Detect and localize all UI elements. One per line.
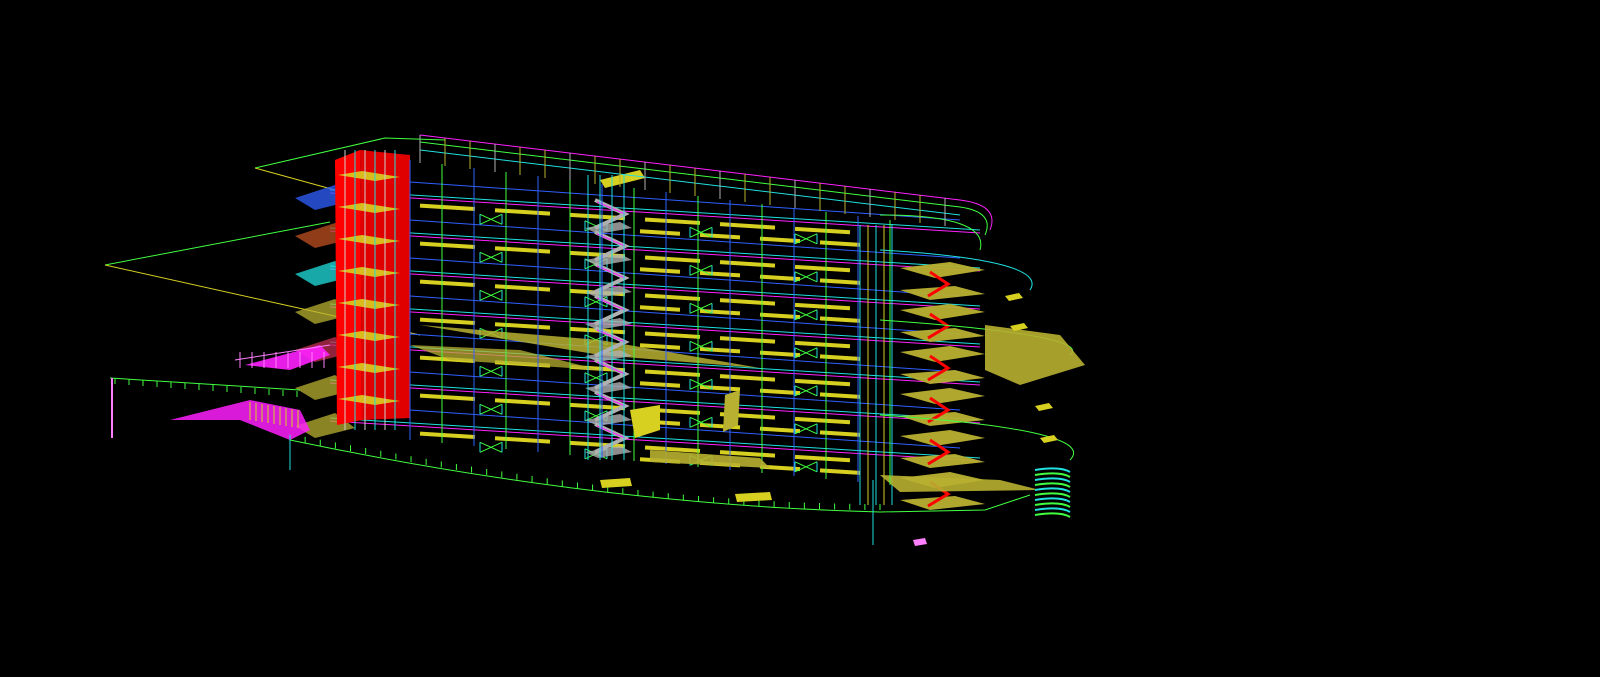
- floor-beam: [494, 284, 551, 292]
- small-detail: [913, 538, 927, 546]
- floor-edge: [409, 371, 961, 411]
- marker-block: [1040, 435, 1058, 443]
- floor-beam: [419, 431, 476, 439]
- floor-beam: [639, 381, 681, 388]
- floor-beam: [494, 246, 551, 254]
- floor-edge: [409, 257, 961, 297]
- floor-beam: [699, 346, 741, 354]
- floor-beam: [494, 436, 551, 444]
- spiral-stair-tread: [1034, 507, 1071, 513]
- ground-slab: [600, 478, 632, 488]
- spiral-stair-tread: [1034, 482, 1071, 488]
- floor-beam: [644, 331, 701, 339]
- floor-beam: [719, 222, 776, 230]
- right-landing: [900, 262, 985, 278]
- right-landing: [900, 430, 985, 446]
- ground-slab: [735, 492, 772, 502]
- floor-beam: [639, 267, 681, 274]
- spiral-stair-tread: [1034, 512, 1071, 518]
- floor-edge: [409, 295, 961, 335]
- floor-beam: [719, 260, 776, 268]
- floor-beam: [794, 454, 851, 463]
- floor-beam: [719, 374, 776, 382]
- floor-beam: [794, 416, 851, 425]
- spiral-stair-tread: [1034, 472, 1071, 478]
- floor-beam: [419, 279, 476, 287]
- building-wireframe-model[interactable]: [0, 0, 1600, 677]
- floor-beam: [794, 302, 851, 311]
- spiral-stair-tread: [1034, 477, 1071, 483]
- floor-beam: [699, 384, 741, 392]
- stair-rail: [596, 425, 626, 439]
- floor-beam: [419, 241, 476, 249]
- floor-beam: [719, 450, 776, 458]
- floor-beam: [419, 203, 476, 211]
- spiral-stair-tread: [1034, 502, 1071, 508]
- floor-edge: [409, 409, 961, 449]
- ground-outline: [104, 221, 331, 266]
- spiral-stair-tread: [1034, 467, 1071, 473]
- floor-beam: [794, 378, 851, 387]
- left-stair-ramp: [170, 400, 310, 440]
- 3d-model-viewport[interactable]: [0, 0, 1600, 677]
- spiral-stair-tread: [1034, 497, 1071, 503]
- floor-beam: [494, 398, 551, 406]
- floor-beam: [699, 308, 741, 316]
- curved-slab: [985, 325, 1085, 385]
- floor-beam: [644, 255, 701, 263]
- floor-edge: [329, 189, 981, 231]
- floor-beam: [639, 305, 681, 312]
- red-core-tower-front: [335, 150, 362, 425]
- floor-beam: [794, 264, 851, 273]
- spiral-stair-tread: [1034, 487, 1071, 493]
- marker-block: [1035, 403, 1053, 411]
- floor-beam: [639, 229, 681, 236]
- left-railing: [109, 377, 301, 391]
- floor-beam: [644, 369, 701, 377]
- floor-beam: [419, 317, 476, 325]
- roof-outline: [254, 167, 336, 191]
- floor-beam: [644, 217, 701, 225]
- roof-railing: [419, 149, 961, 216]
- marker-block: [1005, 293, 1023, 301]
- ground-slab: [630, 405, 660, 438]
- floor-beam: [494, 322, 551, 330]
- floor-beam: [719, 298, 776, 306]
- floor-beam: [644, 293, 701, 301]
- floor-beam: [699, 232, 741, 240]
- floor-edge: [409, 219, 961, 259]
- right-landing: [900, 304, 985, 320]
- right-landing: [900, 388, 985, 404]
- floor-beam: [419, 393, 476, 401]
- spiral-stair-tread: [1034, 492, 1071, 498]
- floor-edge: [409, 181, 961, 221]
- floor-beam: [719, 336, 776, 344]
- right-landing: [900, 346, 985, 362]
- floor-beam: [639, 343, 681, 350]
- floor-beam: [794, 226, 851, 235]
- floor-beam: [494, 208, 551, 216]
- floor-beam: [794, 340, 851, 349]
- stair-rail: [596, 265, 626, 279]
- floor-beam: [699, 270, 741, 278]
